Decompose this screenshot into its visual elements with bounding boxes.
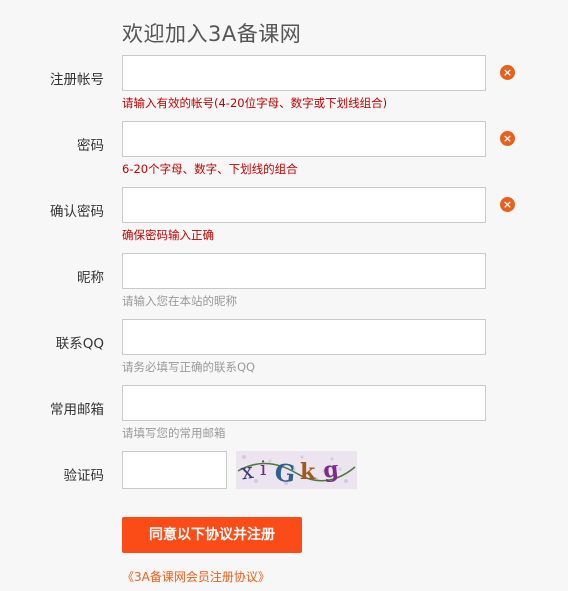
email-hint: 请填写您的常用邮箱	[122, 426, 226, 440]
qq-hint: 请务必填写正确的联系QQ	[122, 360, 256, 374]
register-button[interactable]: 同意以下协议并注册	[122, 517, 302, 553]
confirm-password-hint: 确保密码输入正确	[122, 228, 214, 242]
qq-input[interactable]	[122, 319, 486, 355]
nickname-hint: 请输入您在本站的昵称	[122, 294, 237, 308]
captcha-char: k	[300, 459, 316, 485]
captcha-label: 验证码	[63, 468, 105, 484]
confirm-password-input[interactable]	[122, 187, 486, 223]
password-hint: 6-20个字母、数字、下划线的组合	[122, 162, 298, 176]
captcha-graphic: x i G k g	[237, 455, 356, 488]
agreement-link[interactable]: 《3A备课网会员注册协议》	[122, 568, 270, 585]
captcha-image[interactable]: x i G k g	[236, 451, 357, 489]
error-icon: ×	[500, 65, 515, 80]
qq-label: 联系QQ	[55, 336, 104, 352]
error-icon: ×	[500, 197, 515, 212]
account-hint: 请输入有效的帐号(4-20位字母、数字或下划线组合)	[122, 96, 388, 110]
error-icon: ×	[500, 131, 515, 146]
nickname-label: 昵称	[77, 270, 104, 286]
email-input[interactable]	[122, 385, 486, 421]
password-label: 密码	[77, 138, 104, 154]
captcha-input[interactable]	[122, 451, 227, 489]
captcha-char: x	[239, 459, 255, 486]
captcha-char: i	[260, 456, 266, 480]
page-title: 欢迎加入3A备课网	[122, 22, 302, 46]
password-input[interactable]	[122, 121, 486, 157]
account-input[interactable]	[122, 55, 486, 91]
captcha-char: G	[273, 457, 296, 488]
confirm-password-label: 确认密码	[50, 204, 104, 220]
account-label: 注册帐号	[50, 72, 104, 88]
email-label: 常用邮箱	[50, 402, 104, 418]
captcha-char: g	[322, 456, 340, 483]
nickname-input[interactable]	[122, 253, 486, 289]
